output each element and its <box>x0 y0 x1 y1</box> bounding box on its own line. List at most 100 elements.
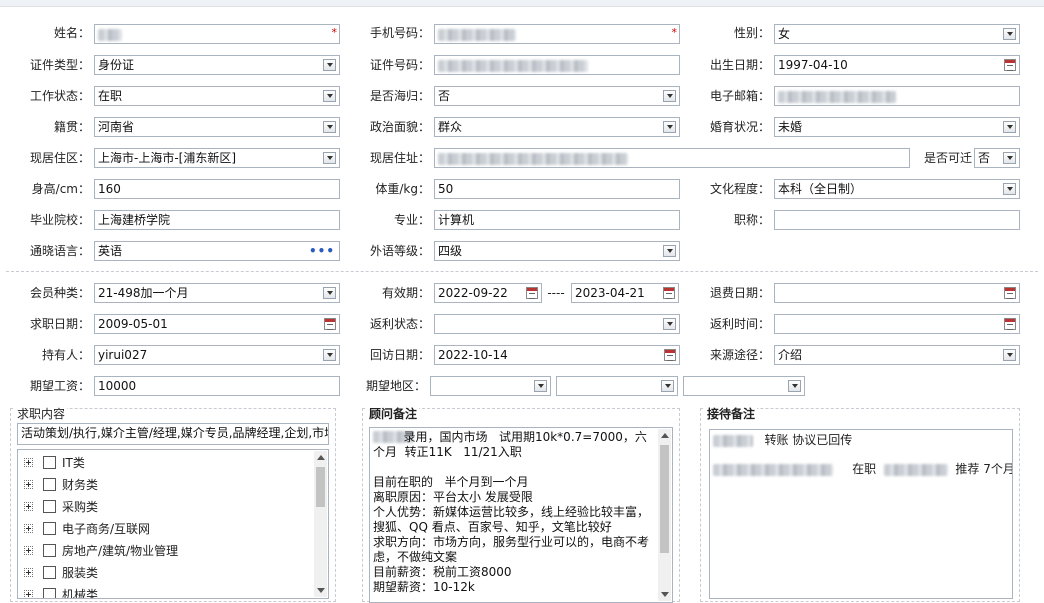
validity-to-input[interactable]: 2023-04-21 <box>571 283 679 303</box>
scroll-thumb[interactable] <box>316 467 325 507</box>
calendar-icon[interactable] <box>663 287 675 299</box>
phone-input[interactable]: * <box>434 24 680 44</box>
checkbox[interactable] <box>43 522 56 535</box>
reception-note-textarea[interactable]: 转账 协议已回传 在职 推荐 7个月 <box>709 429 1013 599</box>
chevron-down-icon[interactable] <box>663 90 676 102</box>
chevron-down-icon[interactable] <box>1003 349 1016 361</box>
scroll-up-icon[interactable] <box>661 433 669 438</box>
gender-select[interactable]: 女 <box>774 24 1020 44</box>
height-input[interactable]: 160 <box>94 179 340 199</box>
marital-select[interactable]: 未婚 <box>774 117 1020 137</box>
calendar-icon[interactable] <box>664 349 676 361</box>
calendar-icon[interactable] <box>1004 59 1016 71</box>
native-place-label: 籍贯： <box>53 120 90 134</box>
political-select[interactable]: 群众 <box>434 117 680 137</box>
foreign-level-select[interactable]: 四级 <box>434 241 680 261</box>
membership-select[interactable]: 21-498加一个月 <box>94 283 340 303</box>
checkbox[interactable] <box>43 456 56 469</box>
chevron-down-icon[interactable] <box>788 380 801 392</box>
expected-region-province-select[interactable] <box>430 376 551 396</box>
expand-icon[interactable] <box>24 524 33 533</box>
chevron-down-icon[interactable] <box>663 318 676 330</box>
email-input[interactable] <box>774 86 1020 106</box>
native-place-select[interactable]: 河南省 <box>94 117 340 137</box>
chevron-down-icon[interactable] <box>323 59 336 71</box>
title-input[interactable] <box>774 210 1020 230</box>
residence-area-select[interactable]: 上海市-上海市-[浦东新区] <box>94 148 340 168</box>
rebate-status-select[interactable] <box>434 314 680 334</box>
calendar-icon[interactable] <box>1004 287 1016 299</box>
job-category-tree[interactable]: IT类 财务类 采购类 电子商务/互联网 房地产/建筑/物业管理 服装类 机械类 <box>17 449 329 599</box>
reception-note-line-1-text: 转账 协议已回传 <box>764 433 853 447</box>
major-input[interactable]: 计算机 <box>434 210 680 230</box>
expected-region-city-select[interactable] <box>556 376 678 396</box>
scroll-down-icon[interactable] <box>661 592 669 597</box>
calendar-icon[interactable] <box>324 318 336 330</box>
chevron-down-icon[interactable] <box>323 349 336 361</box>
expand-icon[interactable] <box>24 458 33 467</box>
chevron-down-icon[interactable] <box>323 121 336 133</box>
checkbox[interactable] <box>43 588 56 598</box>
relocate-select[interactable]: 否 <box>974 148 1020 168</box>
consultant-note-textarea[interactable]: 录用，国内市场 试用期10k*0.7=7000，六个月 转正11K 11/21入… <box>369 427 673 603</box>
more-icon[interactable]: ••• <box>309 242 335 260</box>
visit-date-value: 2022-10-14 <box>438 348 508 362</box>
expected-salary-input[interactable]: 10000 <box>94 376 340 396</box>
returnee-select[interactable]: 否 <box>434 86 680 106</box>
weight-input[interactable]: 50 <box>434 179 680 199</box>
chevron-down-icon[interactable] <box>534 380 547 392</box>
chevron-down-icon[interactable] <box>1003 152 1016 164</box>
chevron-down-icon[interactable] <box>323 152 336 164</box>
language-value: 英语 <box>98 244 123 258</box>
checkbox[interactable] <box>43 500 56 513</box>
chevron-down-icon[interactable] <box>1003 28 1016 40</box>
rebate-time-input[interactable] <box>774 314 1020 334</box>
refund-date-input[interactable] <box>774 283 1020 303</box>
chevron-down-icon[interactable] <box>323 287 336 299</box>
expand-icon[interactable] <box>24 568 33 577</box>
id-number-input[interactable] <box>434 55 680 75</box>
chevron-down-icon[interactable] <box>661 380 674 392</box>
chevron-down-icon[interactable] <box>1003 121 1016 133</box>
checkbox[interactable] <box>43 566 56 579</box>
calendar-icon[interactable] <box>1004 318 1016 330</box>
work-status-value: 在职 <box>98 89 123 103</box>
expand-icon[interactable] <box>24 480 33 489</box>
tree-scrollbar[interactable] <box>314 451 327 597</box>
calendar-icon[interactable] <box>526 287 538 299</box>
validity-from-value: 2022-09-22 <box>438 286 508 300</box>
scroll-up-icon[interactable] <box>317 455 325 460</box>
visit-date-input[interactable]: 2022-10-14 <box>434 345 680 365</box>
height-value: 160 <box>98 182 121 196</box>
reception-note-line-1: 转账 协议已回传 <box>713 433 852 448</box>
expand-icon[interactable] <box>24 502 33 511</box>
work-status-select[interactable]: 在职 <box>94 86 340 106</box>
id-type-select[interactable]: 身份证 <box>94 55 340 75</box>
chevron-down-icon[interactable] <box>663 245 676 257</box>
checkbox[interactable] <box>43 544 56 557</box>
expected-region-district-select[interactable] <box>683 376 805 396</box>
chevron-down-icon[interactable] <box>663 121 676 133</box>
expand-icon[interactable] <box>24 590 33 598</box>
address-label: 现居住址： <box>369 151 430 165</box>
name-input[interactable]: * <box>94 24 340 44</box>
job-content-title: 求职内容 <box>15 407 68 421</box>
address-input[interactable] <box>434 148 910 168</box>
redacted-value <box>883 463 948 476</box>
validity-from-input[interactable]: 2022-09-22 <box>434 283 542 303</box>
scroll-down-icon[interactable] <box>317 588 325 593</box>
birthdate-input[interactable]: 1997-04-10 <box>774 55 1020 75</box>
chevron-down-icon[interactable] <box>323 90 336 102</box>
checkbox[interactable] <box>43 478 56 491</box>
consultant-note-scrollbar[interactable] <box>658 429 671 601</box>
scroll-thumb[interactable] <box>660 445 669 553</box>
expand-icon[interactable] <box>24 546 33 555</box>
holder-select[interactable]: yirui027 <box>94 345 340 365</box>
job-date-input[interactable]: 2009-05-01 <box>94 314 340 334</box>
education-select[interactable]: 本科（全日制） <box>774 179 1020 199</box>
job-content-summary-input[interactable]: 活动策划/执行,媒介主管/经理,媒介专员,品牌经理,企划,市场 <box>17 423 329 445</box>
chevron-down-icon[interactable] <box>1003 183 1016 195</box>
language-input[interactable]: 英语 ••• <box>94 241 340 261</box>
school-input[interactable]: 上海建桥学院 <box>94 210 340 230</box>
source-select[interactable]: 介绍 <box>774 345 1020 365</box>
